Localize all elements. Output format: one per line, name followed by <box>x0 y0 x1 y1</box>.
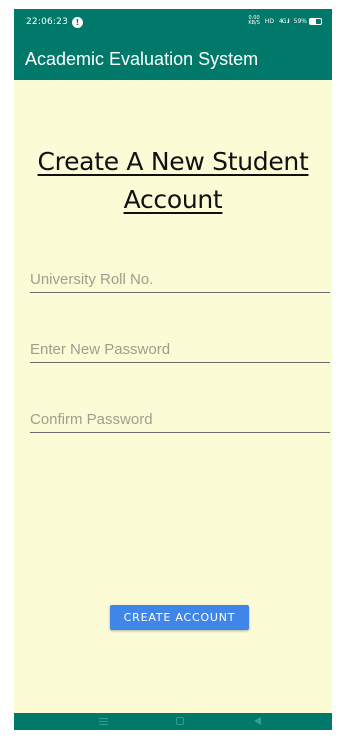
create-account-button[interactable]: CREATE ACCOUNT <box>110 605 249 630</box>
confirm-password-input[interactable] <box>30 407 330 431</box>
app-title: Academic Evaluation System <box>25 49 259 69</box>
back-triangle-icon <box>253 717 261 725</box>
app-bar: Academic Evaluation System <box>14 39 332 80</box>
network-type: HD <box>264 17 275 25</box>
nav-menu-button[interactable] <box>96 716 110 727</box>
battery-fill <box>310 18 317 24</box>
new-password-field <box>30 337 330 363</box>
page-title: Create A New Student Account <box>37 147 309 214</box>
battery-indicator: 59% <box>293 17 322 25</box>
nav-back-button[interactable] <box>250 716 264 727</box>
battery-icon <box>309 17 322 25</box>
alert-circle-icon: ! <box>72 17 83 28</box>
phone-screen: 22:06:23 ! 0.00 KB/S HD 4G .ıl 59% Academ… <box>14 9 332 730</box>
new-password-input[interactable] <box>30 337 330 361</box>
nav-home-button[interactable] <box>173 716 187 727</box>
status-indicators: 0.00 KB/S HD 4G .ıl 59% <box>248 16 322 26</box>
system-nav-bar <box>14 713 332 730</box>
signal-icon: 4G .ıl <box>279 17 290 25</box>
status-time: 22:06:23 <box>26 17 69 27</box>
roll-number-input[interactable] <box>30 267 330 291</box>
battery-percent: 59% <box>293 17 307 25</box>
home-square-icon <box>176 717 184 725</box>
status-bar: 22:06:23 ! 0.00 KB/S HD 4G .ıl 59% <box>14 9 332 39</box>
menu-icon <box>98 718 108 725</box>
roll-number-field <box>30 267 330 293</box>
network-speed: 0.00 KB/S <box>248 15 260 26</box>
confirm-password-field <box>30 407 330 433</box>
